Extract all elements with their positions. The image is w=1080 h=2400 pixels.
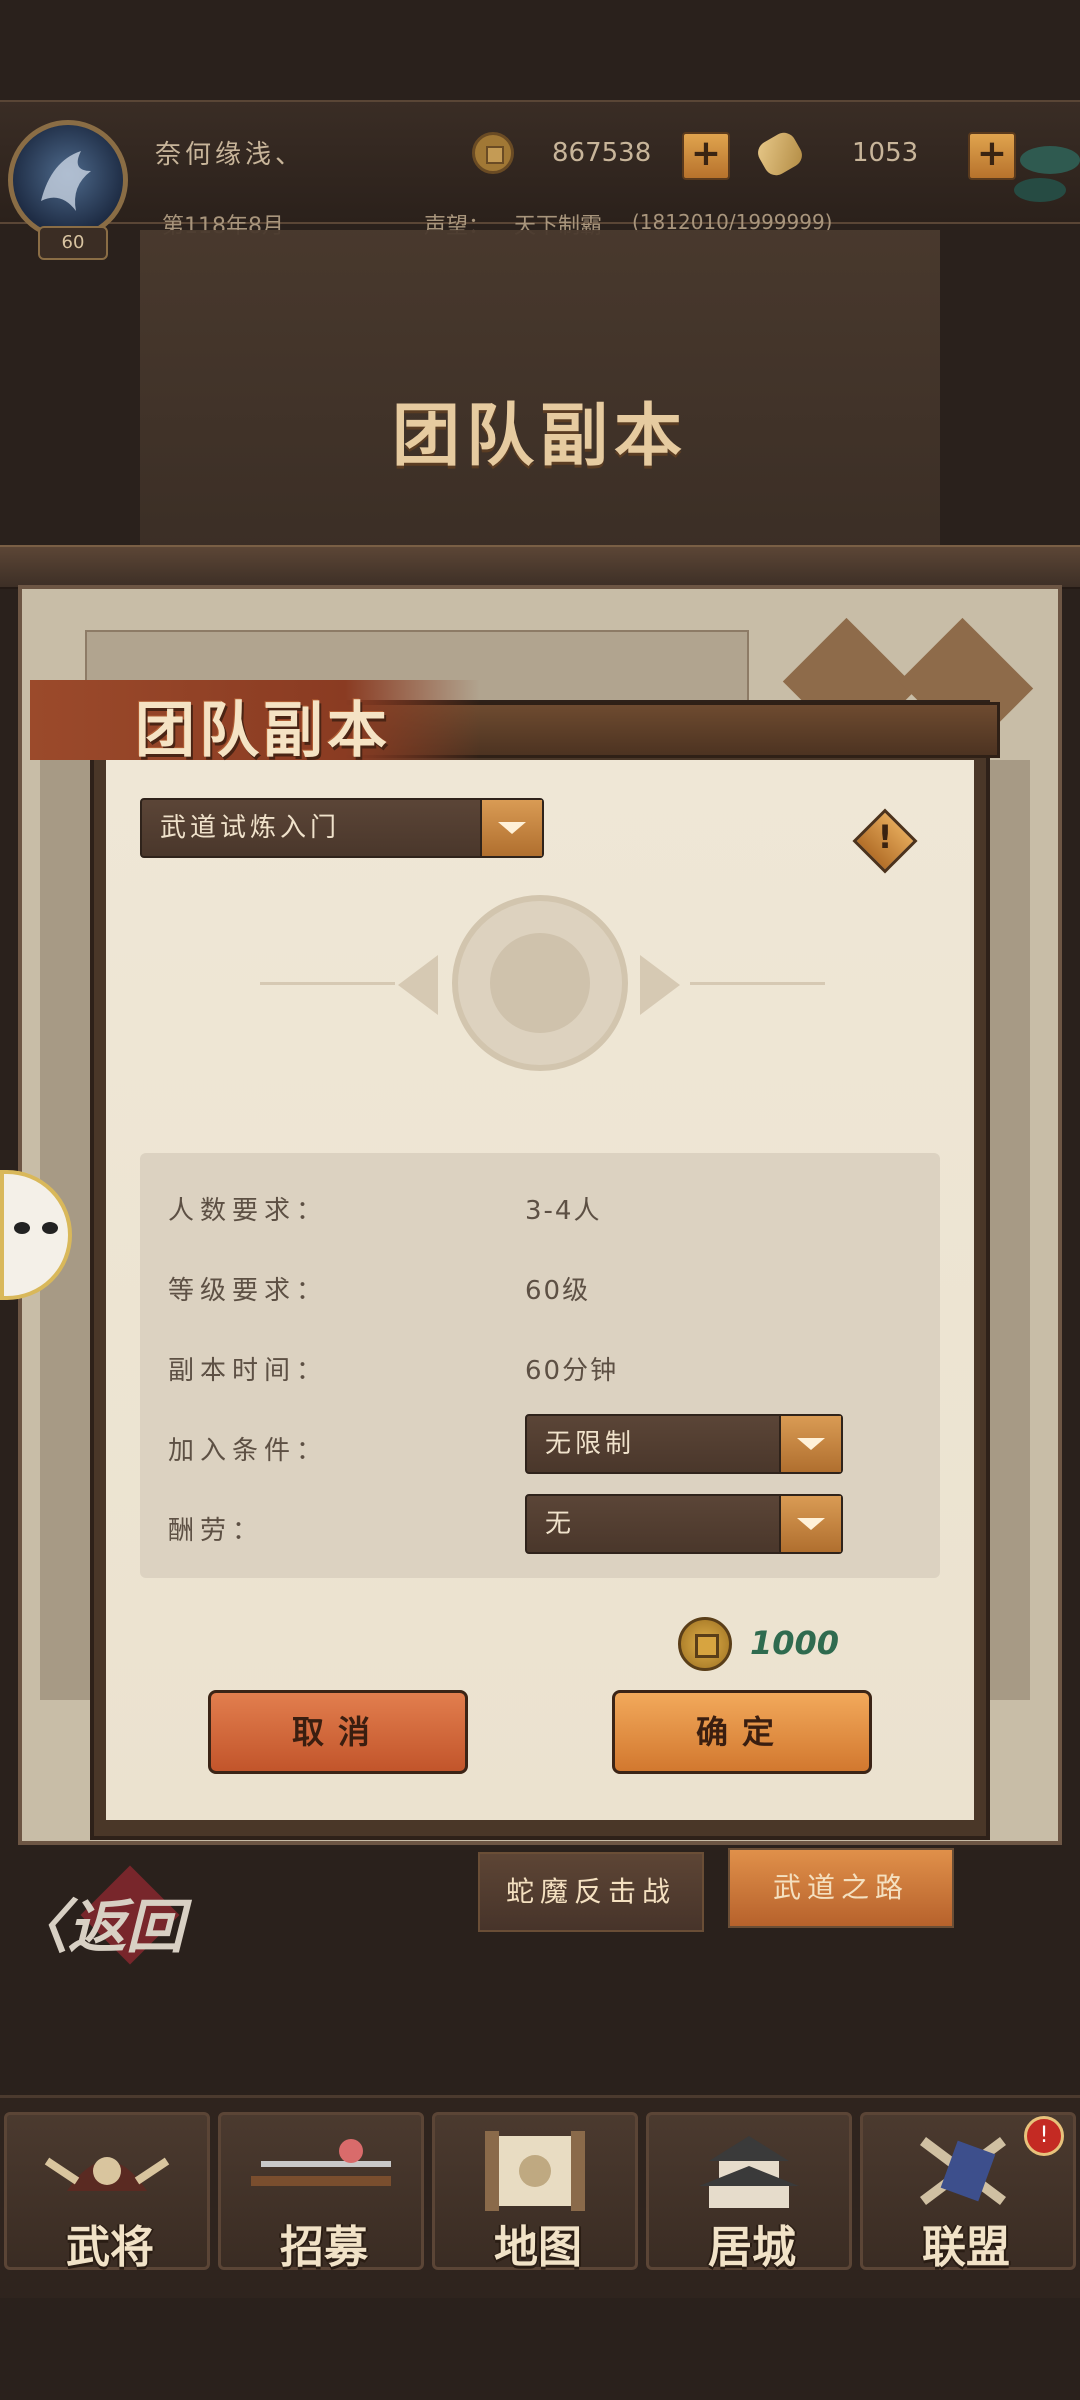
back-label: 返回	[68, 1893, 185, 1961]
label-player-count: 人数要求：	[168, 1196, 329, 1226]
nav-alliance-label: 联盟	[922, 2222, 1010, 2273]
join-condition-value: 无限制	[545, 1429, 636, 1459]
coin-amount: 867538	[552, 138, 652, 168]
nav-map-label: 地图	[494, 2222, 582, 2273]
chevron-down-icon[interactable]	[779, 1496, 841, 1552]
coin-icon	[472, 132, 514, 174]
confirm-button[interactable]: 确定	[612, 1690, 872, 1774]
exclamation-icon: !	[877, 818, 893, 856]
label-reward: 酬劳：	[168, 1516, 265, 1546]
creation-cost: 1000	[750, 1624, 840, 1662]
label-dungeon-time: 副本时间：	[168, 1356, 329, 1386]
add-coins-button[interactable]: +	[682, 132, 730, 180]
flower-crest-icon	[490, 933, 590, 1033]
decor-arrow-left	[398, 955, 438, 1015]
nav-castle[interactable]: 居城	[646, 2112, 852, 2273]
banner-title: 团队副本	[391, 397, 688, 476]
dungeon-select[interactable]: 武道试炼入门	[140, 798, 544, 858]
tab-martial-path[interactable]: 武道之路	[728, 1848, 954, 1928]
reward-value: 无	[545, 1509, 576, 1539]
label-join-condition: 加入条件：	[168, 1436, 329, 1466]
decor-arrow-right	[640, 955, 680, 1015]
castle-icon	[699, 2136, 799, 2208]
player-name: 奈何缘浅、	[155, 140, 306, 170]
notification-badge: !	[1024, 2116, 1064, 2156]
value-dungeon-time: 60分钟	[525, 1356, 619, 1386]
sword-rack-icon	[251, 2139, 391, 2186]
tab-snake-counterattack[interactable]: 蛇魔反击战	[478, 1852, 704, 1932]
value-player-count: 3-4人	[525, 1196, 602, 1226]
label-level-requirement: 等级要求：	[168, 1276, 329, 1306]
player-avatar[interactable]	[8, 120, 128, 240]
coin-cost-icon	[678, 1617, 732, 1671]
player-level: 60	[38, 226, 108, 260]
nav-generals[interactable]: 武将	[4, 2112, 210, 2273]
cancel-button[interactable]: 取消	[208, 1690, 468, 1774]
decor-line-right	[690, 982, 825, 985]
pine-decoration-icon	[1014, 146, 1080, 202]
dialog-title: 团队副本	[135, 696, 391, 766]
back-chevron-icon: 〈	[10, 1893, 69, 1961]
chevron-down-icon[interactable]	[779, 1416, 841, 1472]
nav-castle-label: 居城	[708, 2222, 796, 2273]
decor-line-left	[260, 982, 395, 985]
nav-generals-label: 武将	[66, 2222, 154, 2273]
chevron-down-icon[interactable]	[480, 800, 542, 856]
nav-map[interactable]: 地图	[432, 2112, 638, 2273]
back-button[interactable]: 〈返回	[10, 1880, 184, 1964]
crane-icon	[41, 151, 91, 211]
join-condition-select[interactable]: 无限制	[525, 1414, 843, 1474]
dungeon-select-value: 武道试炼入门	[160, 813, 341, 843]
nav-recruit-label: 招募	[280, 2222, 368, 2273]
panel-frame	[0, 545, 1080, 589]
value-level-requirement: 60级	[525, 1276, 591, 1306]
scroll-map-icon	[485, 2131, 585, 2211]
reward-select[interactable]: 无	[525, 1494, 843, 1554]
nav-recruit[interactable]: 招募	[218, 2112, 424, 2273]
gold-amount: 1053	[852, 138, 919, 168]
samurai-helmet-icon	[44, 2157, 170, 2191]
